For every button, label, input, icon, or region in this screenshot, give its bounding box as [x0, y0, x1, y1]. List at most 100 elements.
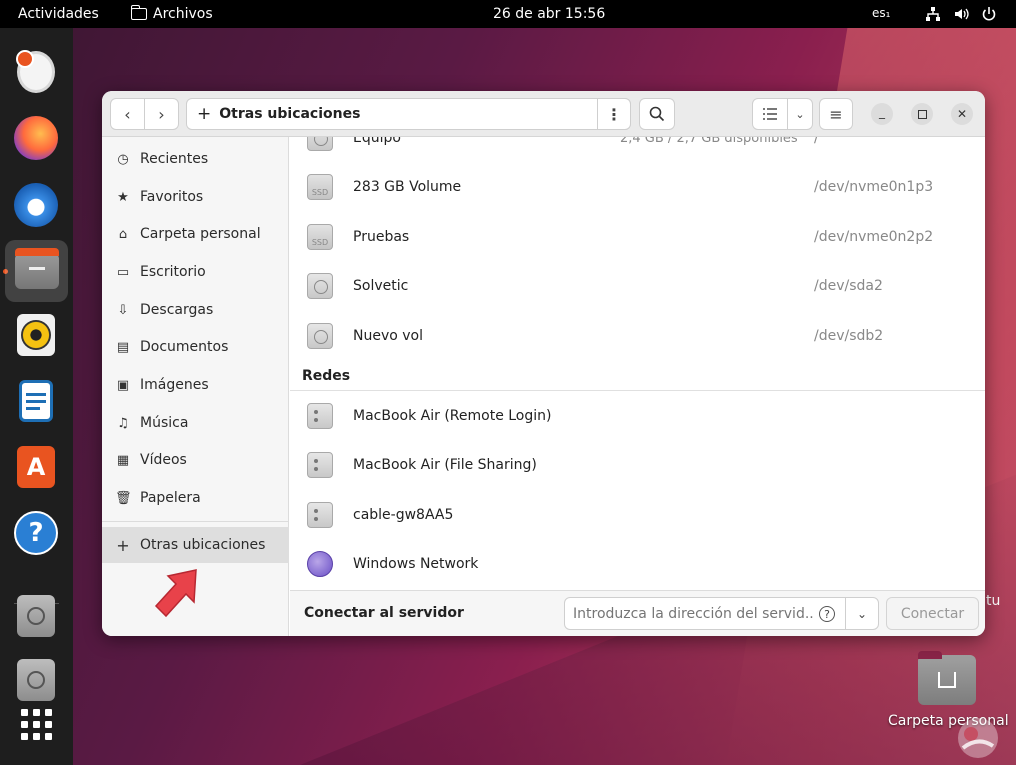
maximize-button[interactable]	[911, 103, 933, 125]
clock[interactable]: 26 de abr 15:56	[493, 6, 605, 22]
location-name: 283 GB Volume	[353, 179, 462, 195]
kebab-menu-icon: ⋮	[606, 104, 622, 124]
dock-item-firefox[interactable]	[12, 114, 60, 162]
close-button[interactable]: ✕	[951, 103, 973, 125]
location-path: /dev/nvme0n1p3	[814, 179, 934, 195]
back-button[interactable]: ‹	[110, 98, 145, 130]
desktop-icon: ▭	[116, 264, 130, 280]
section-header-redes: Redes	[302, 368, 351, 384]
list-item-equipo[interactable]: Equipo 2,4 GB / 2,7 GB disponibles /	[290, 137, 985, 163]
dock-item-files[interactable]	[5, 240, 68, 302]
list-item[interactable]: SSD 283 GB Volume /dev/nvme0n1p3	[290, 162, 985, 212]
ssd-badge: SSD	[311, 187, 329, 197]
dock-item-thunderbird[interactable]	[12, 181, 60, 229]
home-icon	[938, 672, 956, 688]
sidebar-item-label: Imágenes	[140, 377, 209, 393]
location-path: /dev/nvme0n2p2	[814, 229, 934, 245]
location-path: /dev/sdb2	[814, 328, 884, 344]
watermark-logo	[958, 718, 998, 758]
volume-icon	[955, 8, 969, 20]
list-item[interactable]: Solvetic /dev/sda2	[290, 261, 985, 311]
activities-button[interactable]: Actividades	[18, 6, 99, 22]
disk-utility-icon	[16, 50, 55, 93]
sidebar-item-recientes[interactable]: ◷ Recientes	[102, 141, 289, 177]
sidebar-item-carpeta-personal[interactable]: ⌂ Carpeta personal	[102, 216, 289, 252]
list-item[interactable]: cable-gw8AA5	[290, 490, 985, 540]
sidebar-item-escritorio[interactable]: ▭ Escritorio	[102, 254, 289, 290]
top-bar: Actividades Archivos 26 de abr 15:56 es₁	[0, 0, 1016, 28]
sidebar-item-musica[interactable]: ♫ Música	[102, 405, 289, 441]
search-button[interactable]	[639, 98, 675, 130]
dock-item-software[interactable]: A	[12, 443, 60, 491]
view-list-button[interactable]	[752, 98, 788, 130]
sidebar-item-label: Carpeta personal	[140, 226, 261, 242]
sidebar-item-documentos[interactable]: ▤ Documentos	[102, 329, 289, 365]
dock-item-disk-utility[interactable]	[12, 48, 60, 96]
minimize-icon: _	[879, 105, 885, 119]
ssd-badge: SSD	[311, 237, 329, 247]
network-name: Windows Network	[353, 556, 479, 572]
server-history-dropdown[interactable]: ⌄	[845, 597, 879, 630]
maximize-icon	[917, 109, 927, 119]
chevron-down-icon: ⌄	[856, 606, 868, 621]
sidebar-separator	[102, 521, 289, 522]
network-name: MacBook Air (File Sharing)	[353, 457, 537, 473]
sidebar-item-otras-ubicaciones[interactable]: + Otras ubicaciones	[102, 527, 289, 563]
download-icon: ⇩	[117, 302, 129, 318]
network-icon	[926, 7, 940, 21]
list-item[interactable]: Nuevo vol /dev/sdb2	[290, 311, 985, 361]
path-menu-button[interactable]: ⋮	[597, 98, 631, 130]
location-name: Pruebas	[353, 229, 410, 245]
connect-button[interactable]: Conectar	[886, 597, 979, 630]
desktop-text-fragment: tu	[986, 593, 1001, 609]
list-item[interactable]: MacBook Air (Remote Login)	[290, 391, 985, 441]
language-indicator[interactable]: es₁	[872, 6, 890, 20]
header-bar: ‹ › + Otras ubicaciones ⋮ ⌄ ≡ _ ✕	[102, 91, 985, 137]
show-apps-button[interactable]	[12, 700, 60, 748]
hamburger-icon: ≡	[829, 104, 843, 124]
location-path: /dev/sda2	[814, 278, 883, 294]
sidebar-item-label: Música	[140, 415, 189, 431]
main-menu-button[interactable]: ≡	[819, 98, 853, 130]
list-item[interactable]: Windows Network	[290, 539, 985, 589]
dock-item-rhythmbox[interactable]	[12, 311, 60, 359]
path-bar[interactable]: + Otras ubicaciones	[186, 98, 631, 130]
sidebar-item-favoritos[interactable]: ★ Favoritos	[102, 179, 289, 215]
sidebar-item-papelera[interactable]: 🗑 Papelera	[102, 480, 289, 516]
chevron-down-icon: ⌄	[795, 107, 805, 121]
connect-to-server-bar: Conectar al servidor ? ⌄ Conectar	[290, 590, 985, 636]
dock-item-writer[interactable]	[12, 377, 60, 425]
clock-icon: ◷	[117, 151, 129, 167]
sidebar-item-label: Descargas	[140, 302, 214, 318]
firefox-icon	[14, 116, 58, 160]
dock-item-drive-2[interactable]	[12, 656, 60, 704]
network-name: MacBook Air (Remote Login)	[353, 408, 552, 424]
home-icon: ⌂	[118, 226, 128, 242]
list-view-icon	[763, 108, 777, 120]
help-icon[interactable]: ?	[819, 606, 835, 622]
sidebar-item-videos[interactable]: ▦ Vídeos	[102, 442, 289, 478]
drive-icon	[17, 595, 55, 637]
server-address-input[interactable]	[564, 597, 846, 630]
app-grid-icon	[20, 708, 52, 740]
power-icon	[982, 7, 996, 21]
forward-button[interactable]: ›	[144, 98, 179, 130]
minimize-button[interactable]: _	[871, 103, 893, 125]
document-icon: ▤	[116, 339, 130, 355]
sidebar-item-descargas[interactable]: ⇩ Descargas	[102, 292, 289, 328]
search-icon	[649, 106, 665, 122]
connect-label: Conectar al servidor	[304, 605, 464, 621]
chevron-right-icon: ›	[158, 104, 165, 124]
app-menu-button[interactable]: Archivos	[130, 5, 213, 22]
dock-item-drive[interactable]	[12, 592, 60, 640]
sidebar-item-imagenes[interactable]: ▣ Imágenes	[102, 367, 289, 403]
system-tray[interactable]	[925, 6, 997, 22]
dock-item-help[interactable]: ?	[12, 509, 60, 557]
desktop-home-folder[interactable]	[918, 651, 976, 705]
list-item[interactable]: SSD Pruebas /dev/nvme0n2p2	[290, 212, 985, 262]
view-options-dropdown[interactable]: ⌄	[787, 98, 813, 130]
globe-icon	[307, 551, 333, 577]
drive-icon	[17, 659, 55, 701]
list-item[interactable]: MacBook Air (File Sharing)	[290, 440, 985, 490]
video-icon: ▦	[116, 452, 130, 468]
